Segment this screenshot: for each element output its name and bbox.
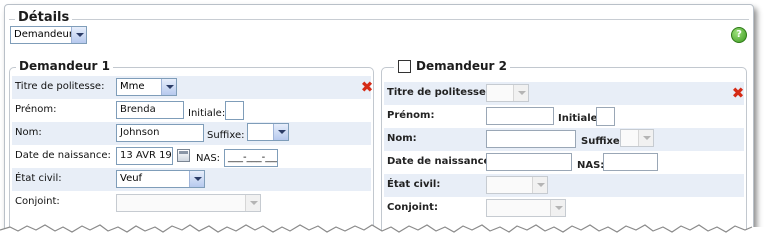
applicant-type-select[interactable]: Demandeur (10, 26, 87, 44)
applicant2-birth-date-input[interactable] (486, 153, 572, 171)
applicant2-initial-input[interactable] (596, 107, 615, 126)
applicant1-civil-row: État civil: Veuf (12, 168, 371, 191)
help-icon[interactable]: ? (731, 27, 747, 43)
last-name-label: Nom: (15, 127, 42, 138)
initial-label: Initiale: (558, 113, 602, 124)
chevron-down-icon (161, 79, 176, 95)
applicant1-civil-status-select[interactable]: Veuf (116, 170, 205, 188)
birth-date-label: Date de naissance: (15, 150, 111, 161)
details-divider (9, 19, 749, 20)
applicant1-title: Demandeur 1 (16, 59, 113, 73)
applicant1-birth-date-input[interactable]: 13 AVR 1960 (116, 147, 173, 165)
applicant2-civil-row: État civil: (384, 174, 744, 197)
spouse-label: Conjoint: (387, 202, 438, 213)
applicant1-spouse-select[interactable] (116, 194, 261, 212)
applicant1-spouse-row: Conjoint: (12, 191, 371, 214)
applicant2-spouse-row: Conjoint: (384, 197, 744, 220)
delete-icon[interactable]: ✖ (731, 86, 745, 101)
applicant1-birth-row: Date de naissance: 13 AVR 1960 NAS: ___-… (12, 145, 371, 168)
chevron-down-icon (189, 171, 204, 187)
applicant2-salutation-select[interactable] (486, 84, 529, 102)
applicant2-birth-row: Date de naissance: NAS: (384, 151, 744, 174)
chevron-down-icon (513, 85, 528, 101)
applicant1-lastname-row: Nom: Johnson Suffixe: (12, 122, 371, 145)
applicant-type-value: Demandeur (14, 29, 74, 40)
last-name-label: Nom: (387, 133, 417, 144)
civil-status-value: Veuf (120, 173, 143, 184)
suffix-label: Suffixe: (207, 130, 245, 141)
applicant2-first-name-input[interactable] (486, 107, 554, 125)
applicant2-group: Demandeur 2 Titre de politesse: ✖ Prénom… (381, 59, 747, 235)
applicant2-spouse-select[interactable] (486, 199, 566, 217)
salutation-label: Titre de politesse: (387, 87, 490, 98)
suffix-label: Suffixe: (581, 136, 624, 147)
chevron-down-icon (71, 27, 86, 43)
applicant1-suffix-select[interactable] (247, 123, 289, 141)
applicant1-group: Demandeur 1 Titre de politesse: Mme ✖ Pr… (9, 59, 374, 235)
initial-label: Initiale: (188, 108, 226, 119)
applicant2-firstname-row: Prénom: Initiale: (384, 105, 744, 128)
applicant2-suffix-select[interactable] (620, 129, 654, 147)
civil-status-label: État civil: (15, 173, 62, 184)
applicant1-sin-input[interactable]: ___-___-___ (224, 149, 278, 167)
chevron-down-icon (245, 195, 260, 211)
salutation-label: Titre de politesse: (15, 81, 105, 92)
details-title: Détails (15, 10, 73, 25)
chevron-down-icon (638, 130, 653, 146)
applicant2-lastname-row: Nom: Suffixe: (384, 128, 744, 151)
sin-label: NAS: (577, 160, 605, 171)
applicant1-salutation-select[interactable]: Mme (116, 78, 177, 96)
applicant2-salutation-row: Titre de politesse: ✖ (384, 82, 744, 105)
calendar-icon[interactable] (177, 149, 190, 162)
applicant2-title: Demandeur 2 (394, 59, 510, 73)
applicant1-firstname-row: Prénom: Brenda Initiale: (12, 99, 371, 122)
applicant1-last-name-input[interactable]: Johnson (116, 124, 204, 142)
civil-status-label: État civil: (387, 179, 441, 190)
birth-date-label: Date de naissance: (387, 156, 495, 167)
first-name-label: Prénom: (387, 110, 435, 121)
delete-icon[interactable]: ✖ (360, 80, 374, 95)
applicant2-sin-input[interactable] (603, 153, 658, 171)
chevron-down-icon (273, 124, 288, 140)
applicant1-salutation-row: Titre de politesse: Mme ✖ (12, 76, 374, 99)
torn-edge (0, 224, 770, 243)
chevron-down-icon (532, 177, 547, 193)
applicant1-initial-input[interactable] (225, 101, 244, 120)
chevron-down-icon (550, 200, 565, 216)
applicant2-enable-checkbox[interactable] (398, 60, 411, 73)
applicant2-last-name-input[interactable] (486, 130, 576, 148)
sin-label: NAS: (196, 153, 221, 164)
spouse-label: Conjoint: (15, 196, 60, 207)
applicant1-first-name-input[interactable]: Brenda (116, 101, 184, 119)
details-panel: Détails Demandeur ? Demandeur 1 Titre de… (4, 4, 754, 236)
salutation-value: Mme (120, 81, 145, 92)
first-name-label: Prénom: (15, 104, 57, 115)
applicant2-civil-status-select[interactable] (486, 176, 548, 194)
